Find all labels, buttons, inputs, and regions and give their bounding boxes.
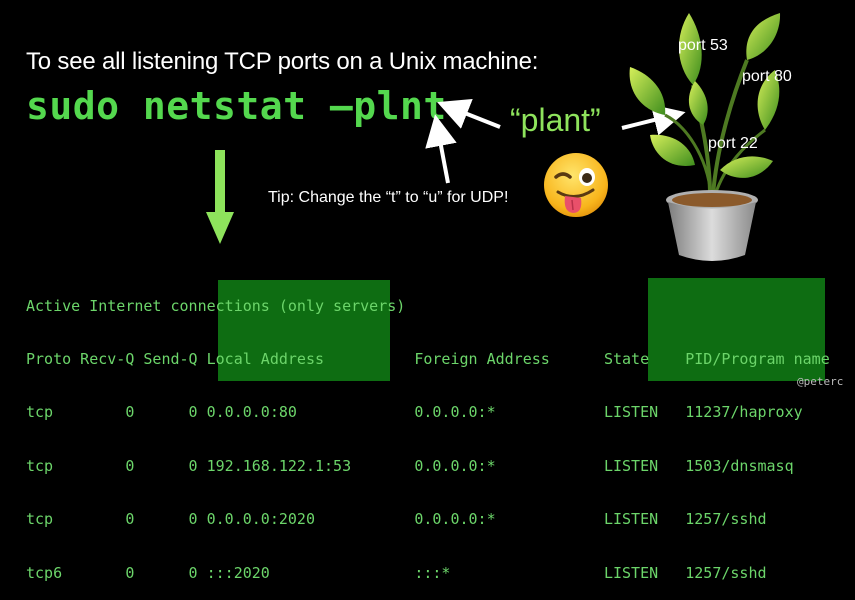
terminal-header-line: Proto Recv-Q Send-Q Local Address Foreig… xyxy=(26,349,830,368)
port-80-label: port 80 xyxy=(742,68,792,85)
winking-tongue-emoji-icon xyxy=(544,153,608,217)
port-22-label: port 22 xyxy=(708,135,758,152)
arrow-to-t-icon xyxy=(425,114,457,184)
netstat-output: Active Internet connections (only server… xyxy=(26,262,830,600)
port-53-label: port 53 xyxy=(678,37,728,54)
arrow-to-command-icon xyxy=(437,99,501,129)
credit-handle: @peterc xyxy=(797,375,844,388)
down-arrow-icon xyxy=(206,150,234,244)
terminal-row: tcp 0 0 0.0.0.0:2020 0.0.0.0:* LISTEN 12… xyxy=(26,510,767,529)
terminal-row: tcp6 0 0 :::2020 :::* LISTEN 1257/sshd xyxy=(26,563,767,582)
terminal-row: tcp 0 0 192.168.122.1:53 0.0.0.0:* LISTE… xyxy=(26,456,794,475)
terminal-row: tcp 0 0 0.0.0.0:80 0.0.0.0:* LISTEN 1123… xyxy=(26,403,803,422)
terminal-title-line: Active Internet connections (only server… xyxy=(26,296,406,315)
